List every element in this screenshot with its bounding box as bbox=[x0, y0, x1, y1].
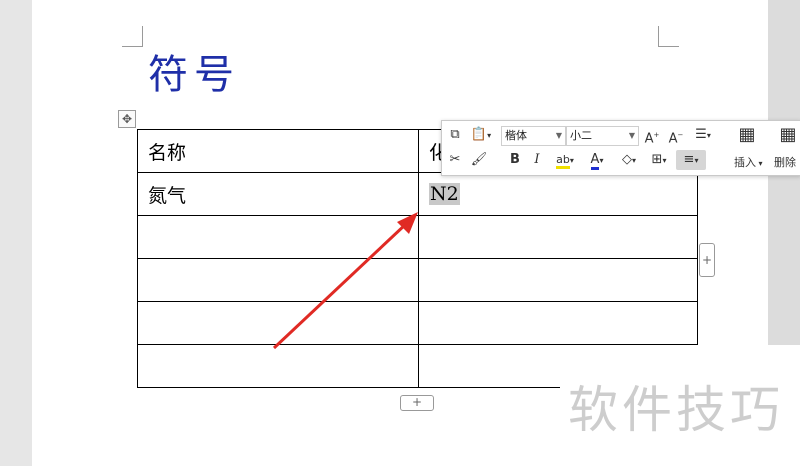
selected-text[interactable]: N2 bbox=[429, 183, 460, 205]
line-spacing-icon[interactable]: ☰▾ bbox=[690, 125, 716, 145]
shading-icon[interactable]: ◇▾ bbox=[616, 150, 642, 170]
insert-button[interactable]: 插入 ▾ bbox=[734, 154, 763, 170]
floating-format-toolbar: ⧉ 📋▾ 楷体 ▼ 小二 ▼ A+ A− ☰▾ ✂ 🖌 B I ab▾ A▾ ◇▾ … bbox=[441, 120, 800, 176]
font-name-dropdown[interactable]: 楷体 ▼ bbox=[501, 126, 566, 146]
delete-table-icon[interactable]: ▦ bbox=[776, 125, 800, 145]
table-cell[interactable]: N2 bbox=[418, 172, 698, 216]
table-cell[interactable] bbox=[137, 301, 419, 345]
cut-icon[interactable]: ✂ bbox=[446, 150, 464, 170]
font-size-dropdown[interactable]: 小二 ▼ bbox=[566, 126, 639, 146]
delete-button[interactable]: 删除 bbox=[774, 154, 796, 170]
highlight-icon[interactable]: ab▾ bbox=[552, 150, 578, 170]
table-cell[interactable] bbox=[418, 301, 698, 345]
table-move-icon[interactable]: ✥ bbox=[118, 110, 136, 128]
copy-icon[interactable]: ⧉ bbox=[446, 125, 464, 145]
watermark-text: 软件技巧 bbox=[568, 381, 784, 439]
chevron-down-icon: ▼ bbox=[555, 131, 562, 140]
table-cell[interactable] bbox=[418, 215, 698, 259]
table-cell[interactable]: 氮气 bbox=[137, 172, 419, 216]
table-row: 氮气 N2 bbox=[137, 172, 698, 216]
font-color-icon[interactable]: A▾ bbox=[584, 150, 610, 170]
table-cell[interactable] bbox=[137, 344, 419, 388]
table-cell[interactable] bbox=[137, 215, 419, 259]
add-row-button[interactable]: + bbox=[400, 395, 434, 411]
table-cell[interactable]: 名称 bbox=[137, 129, 419, 173]
table-row bbox=[137, 258, 698, 302]
insert-table-icon[interactable]: ▦ bbox=[732, 125, 762, 145]
paste-icon[interactable]: 📋▾ bbox=[468, 125, 494, 145]
italic-icon[interactable]: I bbox=[528, 150, 546, 170]
add-column-button[interactable]: + bbox=[699, 243, 715, 277]
chevron-down-icon: ▼ bbox=[628, 131, 635, 140]
document-heading[interactable]: 符号 bbox=[148, 42, 240, 100]
format-painter-icon[interactable]: 🖌 bbox=[468, 150, 490, 170]
table-cell[interactable] bbox=[137, 258, 419, 302]
grow-font-icon[interactable]: A+ bbox=[642, 125, 662, 146]
borders-icon[interactable]: ⊞▾ bbox=[646, 150, 672, 170]
align-icon[interactable]: ≡▾ bbox=[676, 150, 706, 170]
table-cell[interactable] bbox=[418, 258, 698, 302]
bold-icon[interactable]: B bbox=[506, 150, 524, 170]
table-row bbox=[137, 301, 698, 345]
shrink-font-icon[interactable]: A− bbox=[666, 125, 686, 146]
table-row bbox=[137, 215, 698, 259]
page-corner-mark bbox=[658, 26, 679, 47]
page-corner-mark bbox=[122, 26, 143, 47]
